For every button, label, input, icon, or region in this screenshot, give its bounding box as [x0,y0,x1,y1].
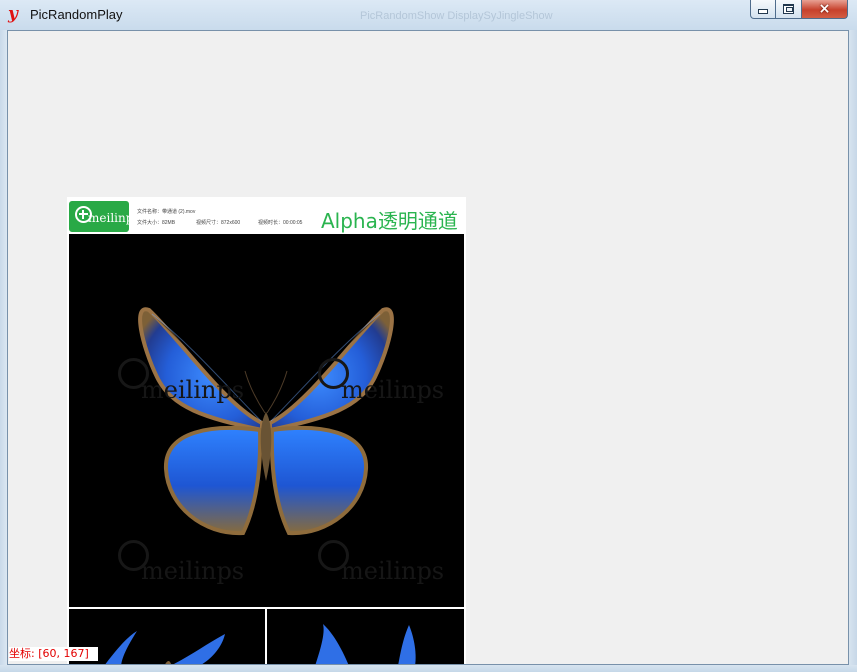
thumbnail-butterfly-right [315,624,416,664]
watermark-text: meilinps [141,557,245,585]
right-window-border[interactable] [849,30,857,672]
thumbnail-left [69,609,266,664]
watermark-text: meilinps [141,376,245,404]
close-icon: × [818,1,831,17]
image-info-banner: meilinps 文件名称：带通道 (2).mov 文件大小：82MB 视频尺寸… [67,197,466,233]
background-window-title: PicRandomShow DisplaySyJingleShow [360,10,553,22]
window-titlebar[interactable]: y PicRandomPlay PicRandomShow DisplaySyJ… [0,0,857,30]
coordinate-readout: 坐标: [60, 167] [9,647,98,661]
app-y-icon: y [8,4,18,24]
watermark-text: meilinps [341,557,445,585]
maximize-button[interactable] [776,0,802,19]
thumbnail-butterfly-left [105,631,225,664]
window-caption-buttons: × [750,0,848,20]
butterfly-image: meilinps meilinps meilinps meilinps [69,234,464,607]
window-title: PicRandomPlay [30,7,123,22]
minimize-button[interactable] [750,0,776,19]
video-size-label: 视频尺寸：872x600 [196,220,241,226]
file-size-label: 文件大小：82MB [137,220,176,226]
close-button[interactable]: × [802,0,848,19]
alpha-channel-title: Alpha透明通道 [321,209,458,233]
minimize-icon [758,9,768,14]
thumbnail-right [267,609,464,664]
meilinps-logo: meilinps [69,201,140,232]
watermark-text: meilinps [341,376,445,404]
picture-display-area: meilinps 文件名称：带通道 (2).mov 文件大小：82MB 视频尺寸… [7,30,849,665]
bottom-window-border[interactable] [0,665,857,672]
maximize-icon [783,4,794,14]
left-window-border[interactable] [0,30,7,672]
application-window: y PicRandomPlay PicRandomShow DisplaySyJ… [0,0,857,672]
random-picture: meilinps 文件名称：带通道 (2).mov 文件大小：82MB 视频尺寸… [67,197,466,664]
file-name-label: 文件名称：带通道 (2).mov [137,209,196,215]
duration-label: 视频时长：00:00:05 [258,220,303,226]
logo-text: meilinps [88,211,140,225]
